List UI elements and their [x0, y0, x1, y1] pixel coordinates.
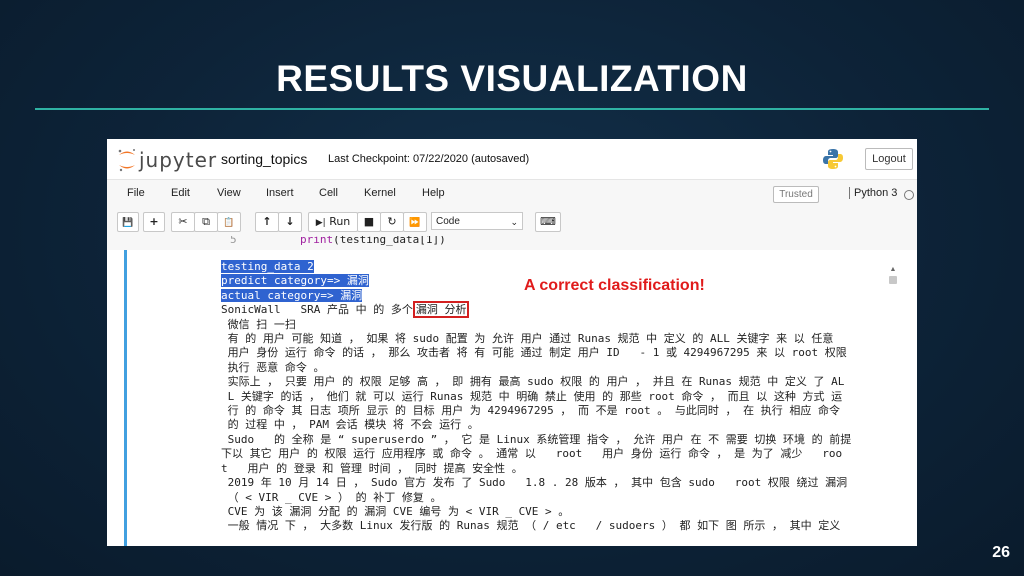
cut-button[interactable]: ✂	[171, 212, 195, 232]
title-divider	[35, 108, 989, 110]
run-label: Run	[329, 215, 351, 228]
highlight-box: 漏洞 分析	[412, 301, 470, 319]
kernel-name[interactable]: Python 3	[849, 187, 897, 199]
trusted-badge[interactable]: Trusted	[773, 186, 819, 203]
interrupt-button[interactable]: ■	[357, 212, 381, 232]
jupyter-header: jupyter sorting_topics Last Checkpoint: …	[107, 139, 917, 179]
jupyter-window: jupyter sorting_topics Last Checkpoint: …	[107, 139, 917, 546]
output-text: testing_data 2 predict category=> 漏洞 act…	[221, 260, 881, 534]
restart-button[interactable]: ↻	[380, 212, 404, 232]
fast-forward-icon: ⏩	[409, 218, 421, 228]
output-area[interactable]: testing_data 2 predict category=> 漏洞 act…	[124, 250, 917, 546]
paste-icon: 📋	[223, 218, 235, 228]
jupyter-logo-icon	[118, 149, 135, 172]
step-forward-icon: ▶|	[315, 218, 326, 228]
save-icon: 💾	[122, 218, 134, 228]
arrow-down-icon: ↓	[285, 215, 295, 228]
command-palette-button[interactable]: ⌨	[535, 212, 561, 232]
arrow-up-icon: ↑	[262, 215, 272, 228]
plus-icon: +	[149, 215, 159, 228]
menu-bar: File Edit View Insert Cell Kernel Help T…	[107, 179, 917, 209]
cell-type-value: Code	[436, 216, 460, 227]
output-line-testing-data: testing_data 2	[221, 260, 314, 273]
save-button[interactable]: 💾	[117, 212, 139, 232]
line-number: 5	[230, 236, 237, 246]
cell-type-select[interactable]: Code ⌄	[431, 212, 523, 230]
jupyter-logo[interactable]: jupyter	[117, 145, 216, 175]
output-line-predict: predict category=> 漏洞	[221, 274, 369, 288]
move-down-button[interactable]: ↓	[278, 212, 302, 232]
move-up-button[interactable]: ↑	[255, 212, 279, 232]
copy-icon: ⧉	[202, 215, 210, 228]
scroll-thumb[interactable]	[889, 276, 897, 284]
copy-button[interactable]: ⧉	[194, 212, 218, 232]
page-number: 26	[992, 544, 1010, 561]
kernel-status-icon	[904, 190, 914, 200]
restart-icon: ↻	[387, 215, 397, 228]
jupyter-logo-text: jupyter	[139, 148, 218, 172]
menu-help[interactable]: Help	[422, 187, 445, 199]
code-cell[interactable]: 5 print(testing_data[1])	[107, 236, 917, 250]
keyboard-icon: ⌨	[540, 215, 556, 228]
notebook-name[interactable]: sorting_topics	[221, 151, 307, 167]
scissors-icon: ✂	[178, 215, 188, 228]
chevron-down-icon: ⌄	[510, 217, 518, 227]
menu-view[interactable]: View	[217, 187, 241, 199]
run-button[interactable]: ▶| Run	[308, 212, 358, 232]
menu-kernel[interactable]: Kernel	[364, 187, 396, 199]
checkpoint-status: Last Checkpoint: 07/22/2020 (autosaved)	[328, 153, 530, 165]
menu-cell[interactable]: Cell	[319, 187, 338, 199]
menu-file[interactable]: File	[127, 187, 145, 199]
code-keyword: print	[300, 236, 334, 246]
slide-title: RESULTS VISUALIZATION	[276, 58, 748, 99]
output-body: 微信 扫 一扫 有 的 用户 可能 知道 ， 如果 将 sudo 配置 为 允许…	[221, 317, 852, 533]
code-line: print(testing_data[1])	[300, 236, 446, 246]
paste-button[interactable]: 📋	[217, 212, 241, 232]
logout-button[interactable]: Logout	[865, 148, 913, 170]
insert-cell-button[interactable]: +	[143, 212, 165, 232]
restart-run-all-button[interactable]: ⏩	[403, 212, 427, 232]
scroll-up-icon[interactable]: ▲	[888, 265, 898, 275]
toolbar: 💾 + ✂ ⧉ 📋 ↑ ↓ ▶| Run ■ ↻ ⏩ Code ⌄ ⌨	[107, 208, 917, 237]
output-line-title: SonicWall SRA 产品 中 的 多个	[221, 303, 413, 317]
output-line-actual: actual category=> 漏洞	[221, 288, 363, 302]
annotation-text: A correct classification!	[524, 277, 705, 294]
code-args: (testing_data[1])	[333, 236, 446, 246]
output-scrollbar[interactable]: ▲	[888, 265, 898, 541]
menu-edit[interactable]: Edit	[171, 187, 190, 199]
menu-insert[interactable]: Insert	[266, 187, 294, 199]
python-logo-icon	[823, 149, 843, 169]
stop-icon: ■	[363, 215, 375, 228]
